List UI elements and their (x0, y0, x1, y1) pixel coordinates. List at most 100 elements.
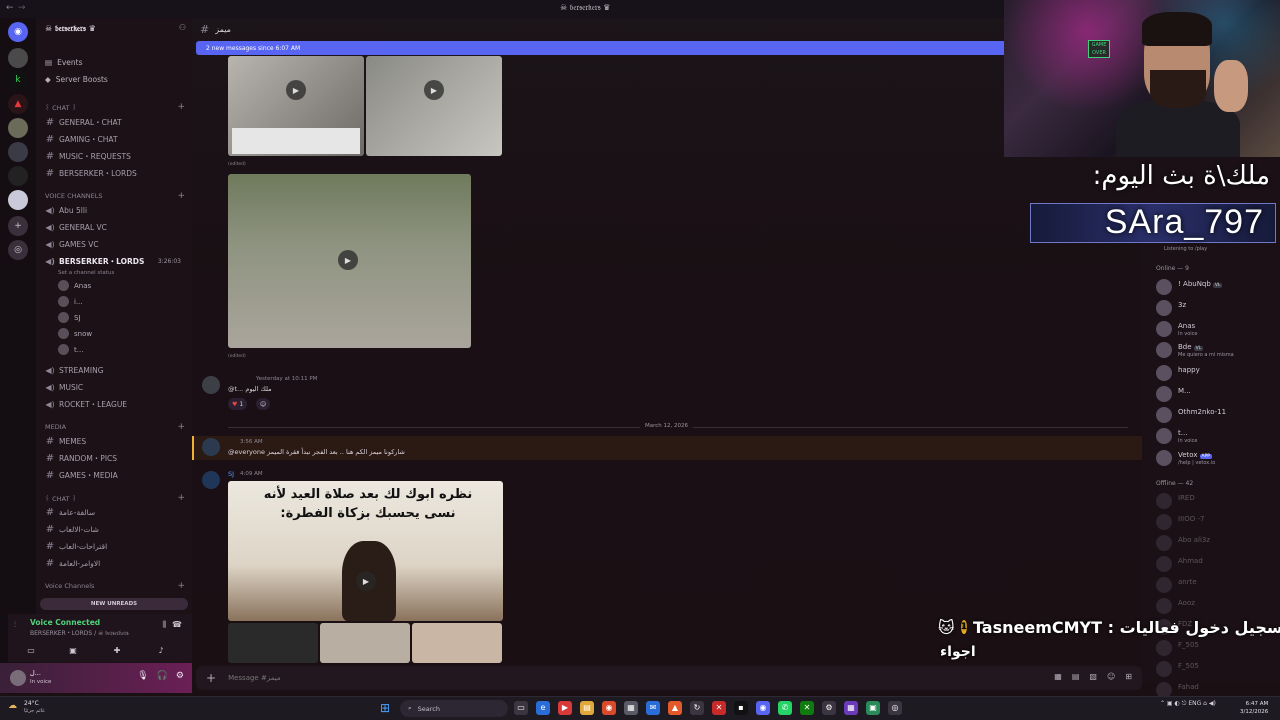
add-server-icon[interactable]: + (8, 216, 28, 236)
member-item[interactable]: Othm2nko-11 (1156, 406, 1276, 424)
avatar[interactable] (202, 471, 220, 489)
new-messages-banner[interactable]: 2 new messages since 6:07 AM (196, 41, 1004, 55)
play-icon[interactable]: ▶ (286, 80, 306, 100)
screen-share-icon[interactable]: ▣ (62, 644, 84, 657)
voice-user[interactable]: t... (58, 343, 83, 356)
system-tray[interactable]: ⌃ ▣ ◐ ⎋ ENG ⌂ ◀) (1160, 700, 1216, 708)
language-indicator[interactable]: ENG (1188, 700, 1201, 707)
message-input[interactable] (228, 674, 929, 682)
settings-gear-icon[interactable]: ⚙ (176, 671, 184, 681)
xbox-icon[interactable]: ✕ (800, 701, 814, 715)
app-icon[interactable]: ▣ (866, 701, 880, 715)
app-icon[interactable]: ◉ (602, 701, 616, 715)
member-item[interactable]: 3z (1156, 299, 1276, 317)
gift-icon[interactable]: ▦ (1054, 672, 1062, 681)
app-icon[interactable]: ▦ (624, 701, 638, 715)
member-item[interactable]: Anas In voice (1156, 320, 1276, 338)
category-voice-channels[interactable]: VOICE CHANNELS + (45, 190, 185, 202)
server-icon[interactable] (8, 142, 28, 162)
new-unreads-pill[interactable]: NEW UNREADS (40, 598, 188, 610)
channel-memes[interactable]: # MEMES (45, 434, 185, 448)
member-item[interactable]: Aooz (1156, 597, 1276, 615)
video-attachment[interactable]: ▶ (228, 56, 364, 156)
server-icon[interactable] (8, 190, 28, 210)
avatar[interactable] (10, 670, 26, 686)
add-reaction-button[interactable]: ☺ (256, 398, 271, 410)
member-item[interactable]: Abo ali3z (1156, 534, 1276, 552)
channel-music-requests[interactable]: # MUSIC・REQUESTS (45, 149, 185, 163)
member-item[interactable]: t... In voice (1156, 427, 1276, 445)
activities-icon[interactable]: ✚ (106, 644, 128, 657)
voice-channel-streaming[interactable]: ◀) STREAMING (45, 363, 185, 377)
image-attachment[interactable] (320, 623, 410, 663)
channel-status-hint[interactable]: Set a channel status (58, 266, 198, 280)
app-icon[interactable]: ✕ (712, 701, 726, 715)
apps-icon[interactable]: ⊞ (1125, 672, 1132, 681)
heart-reaction[interactable]: ♥ 1 (228, 398, 248, 410)
member-item[interactable]: happy (1156, 364, 1276, 382)
back-arrow-icon[interactable]: ← (6, 3, 14, 13)
sticker-icon[interactable]: ▧ (1089, 672, 1097, 681)
server-icon[interactable] (8, 118, 28, 138)
image-attachment[interactable] (228, 623, 318, 663)
avatar[interactable] (202, 438, 220, 456)
channel-games-media[interactable]: # GAMES・MEDIA (45, 468, 185, 482)
add-channel-icon[interactable]: + (177, 422, 185, 432)
member-item[interactable]: Vetox APP/help | vetox.io (1156, 449, 1276, 467)
channel-arabic[interactable]: # شات-الالعاب (45, 522, 185, 536)
edge-icon[interactable]: e (536, 701, 550, 715)
member-item[interactable]: Bde VL Me quiero a mi misma (1156, 341, 1276, 359)
member-item[interactable]: Ahmad (1156, 555, 1276, 573)
brave-icon[interactable]: ▲ (668, 701, 682, 715)
voice-channel-games-vc[interactable]: ◀) GAMES VC (45, 237, 185, 251)
server-header[interactable]: ☠ 𝔟𝔢𝔯𝔰𝔢𝔯𝔨𝔢𝔯𝔰 ♛ ⚇ (36, 18, 192, 40)
video-attachment[interactable]: ▶ (366, 56, 502, 156)
emoji-icon[interactable]: ☺ (1107, 672, 1115, 681)
member-item[interactable]: ! AbuNqb VL (1156, 278, 1276, 296)
whatsapp-icon[interactable]: ✆ (778, 701, 792, 715)
forward-arrow-icon[interactable]: → (18, 3, 26, 13)
message-author[interactable]: SJ (228, 470, 234, 478)
youtube-icon[interactable]: ▶ (558, 701, 572, 715)
camera-off-icon[interactable]: ▭ (20, 644, 42, 657)
channel-arabic[interactable]: # الاوامر-العامة (45, 556, 185, 570)
weather-icon[interactable]: ☁ (8, 701, 17, 711)
member-item[interactable]: anrte (1156, 576, 1276, 594)
add-channel-icon[interactable]: + (177, 191, 185, 201)
file-explorer-icon[interactable]: ▤ (580, 701, 594, 715)
app-icon[interactable]: ↻ (690, 701, 704, 715)
voice-channel-general-vc[interactable]: ◀) GENERAL VC (45, 220, 185, 234)
mail-icon[interactable]: ✉ (646, 701, 660, 715)
server-icon[interactable] (8, 166, 28, 186)
member-item[interactable]: M... (1156, 385, 1276, 403)
noise-suppression-icon[interactable]: ⫼ (162, 620, 166, 630)
channel-general-chat[interactable]: # GENERAL・CHAT (45, 115, 185, 129)
server-icon[interactable]: ▲ (8, 94, 28, 114)
voice-status-sub[interactable]: BERSERKER・LORDS / ☠ 𝔟𝔢𝔯𝔰𝔢𝔯𝔨𝔢𝔯𝔰 (30, 628, 129, 638)
member-item[interactable]: IIIOO -7 (1156, 513, 1276, 531)
voice-channel-rocket-league[interactable]: ◀) ROCKET・LEAGUE (45, 397, 185, 411)
app-icon[interactable]: ◎ (888, 701, 902, 715)
channel-random-pics[interactable]: # RANDOM・PICS (45, 451, 185, 465)
server-icon[interactable]: k (8, 70, 28, 90)
member-item[interactable]: F_505 (1156, 660, 1276, 678)
discord-home-icon[interactable]: ◉ (8, 22, 28, 42)
channel-arabic[interactable]: # سالفة-عامة (45, 505, 185, 519)
play-icon[interactable]: ▶ (338, 250, 358, 270)
play-icon[interactable]: ▶ (424, 80, 444, 100)
taskbar-search[interactable]: ⌕ Search (400, 700, 508, 717)
member-item[interactable]: IRED (1156, 492, 1276, 510)
voice-user[interactable]: snow (58, 327, 92, 340)
play-icon[interactable]: ▶ (356, 571, 376, 591)
member-item[interactable]: F_505 (1156, 639, 1276, 657)
disconnect-icon[interactable]: ☎ (172, 620, 182, 629)
windows-start-icon[interactable]: ⊞ (380, 701, 394, 715)
avatar[interactable] (202, 376, 220, 394)
discord-taskbar-icon[interactable]: ◉ (756, 701, 770, 715)
channel-berserker-lords[interactable]: # BERSERKER・LORDS (45, 166, 185, 180)
meme-video-attachment[interactable]: نظره ابوك لك بعد صلاة العيد لأنه نسى يحس… (228, 481, 503, 621)
server-icon[interactable] (8, 48, 28, 68)
add-channel-icon[interactable]: + (177, 581, 185, 591)
add-channel-icon[interactable]: + (177, 102, 185, 112)
app-icon[interactable]: ▪ (734, 701, 748, 715)
